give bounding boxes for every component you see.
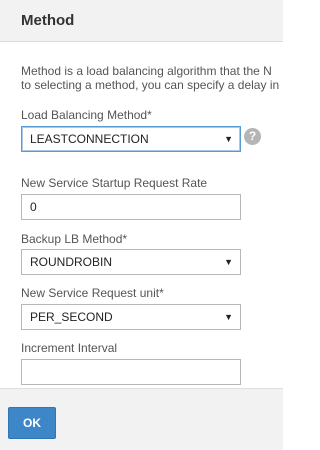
request-unit-value: PER_SECOND <box>30 310 113 324</box>
ok-button[interactable]: OK <box>8 407 56 439</box>
panel-title: Method <box>21 12 75 29</box>
chevron-down-icon: ▼ <box>224 312 233 322</box>
startup-rate-value: 0 <box>30 200 37 214</box>
startup-rate-input[interactable]: 0 <box>21 194 241 220</box>
method-description: Method is a load balancing algorithm tha… <box>21 64 283 92</box>
description-line-2: to selecting a method, you can specify a… <box>21 78 280 92</box>
increment-interval-label: Increment Interval <box>21 341 118 355</box>
backup-method-label: Backup LB Method* <box>21 232 128 246</box>
backup-method-value: ROUNDROBIN <box>30 255 113 269</box>
chevron-down-icon: ▼ <box>224 257 233 267</box>
request-unit-label: New Service Request unit* <box>21 286 164 300</box>
panel-header: Method <box>0 0 283 42</box>
backup-method-select[interactable]: ROUNDROBIN ▼ <box>21 249 241 275</box>
request-unit-select[interactable]: PER_SECOND ▼ <box>21 304 241 330</box>
chevron-down-icon: ▼ <box>224 134 233 144</box>
increment-interval-input[interactable] <box>21 359 241 385</box>
help-icon[interactable]: ? <box>244 128 261 145</box>
panel-footer: OK <box>0 388 283 450</box>
panel-content: Method is a load balancing algorithm tha… <box>0 42 283 388</box>
description-line-1: Method is a load balancing algorithm tha… <box>21 64 272 78</box>
startup-rate-label: New Service Startup Request Rate <box>21 176 208 190</box>
lb-method-select[interactable]: LEASTCONNECTION ▼ <box>21 126 241 152</box>
lb-method-label: Load Balancing Method* <box>21 108 152 122</box>
lb-method-value: LEASTCONNECTION <box>30 132 149 146</box>
